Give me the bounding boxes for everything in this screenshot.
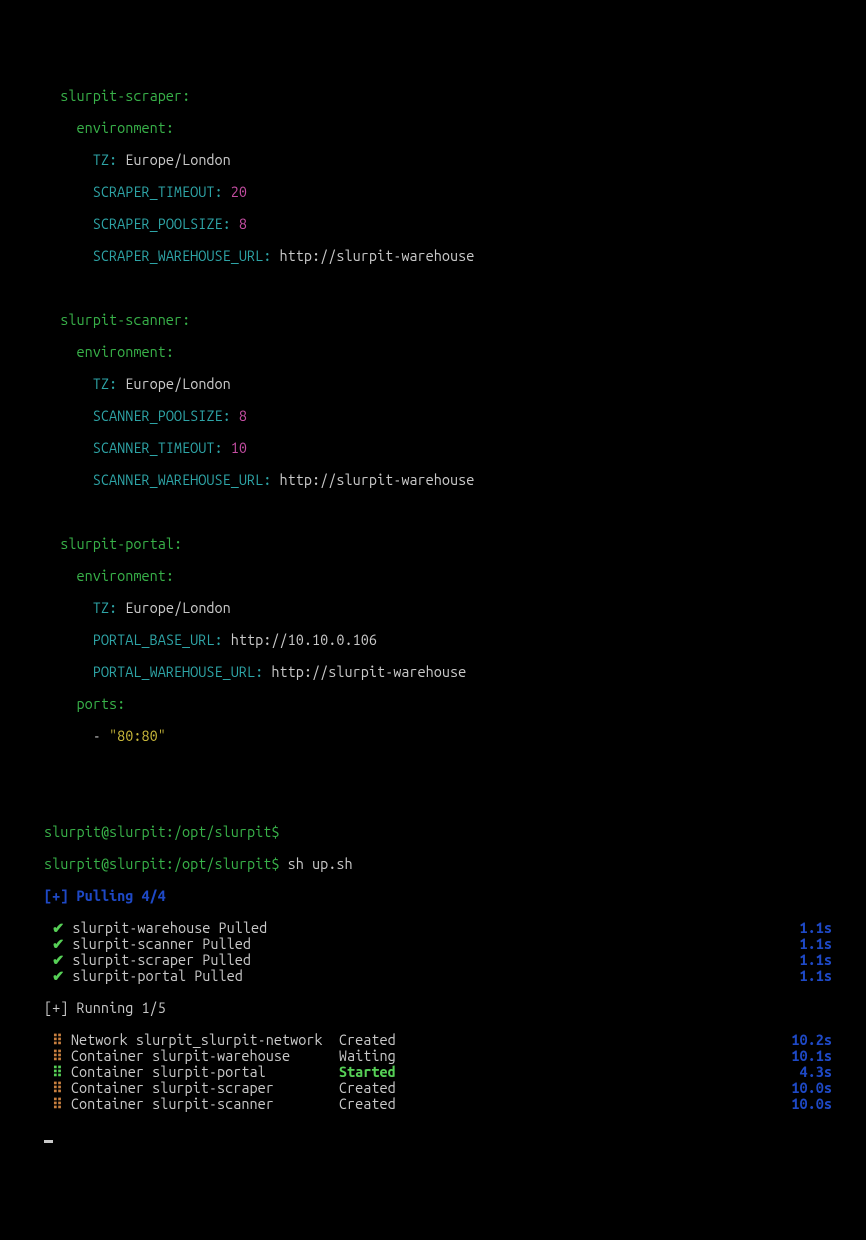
yaml-line: SCRAPER_TIMEOUT: 20 — [0, 184, 866, 200]
cursor-icon — [44, 1140, 53, 1143]
pull-line: ✔ slurpit-scanner Pulled1.1s — [0, 936, 866, 952]
yaml-line: TZ: Europe/London — [0, 600, 866, 616]
pull-line: ✔ slurpit-scraper Pulled1.1s — [0, 952, 866, 968]
yaml-line: slurpit-scanner: — [0, 312, 866, 328]
yaml-line: SCRAPER_POOLSIZE: 8 — [0, 216, 866, 232]
yaml-line: ports: — [0, 696, 866, 712]
blank-line — [0, 760, 866, 776]
yaml-line: PORTAL_WAREHOUSE_URL: http://slurpit-war… — [0, 664, 866, 680]
yaml-line: - "80:80" — [0, 728, 866, 744]
yaml-line: environment: — [0, 568, 866, 584]
compose-header: [+] Running 1/5 — [0, 1000, 866, 1016]
yaml-line: slurpit-portal: — [0, 536, 866, 552]
run-line: ⠿ Container slurpit-scanner Created10.0s — [0, 1096, 866, 1112]
yaml-line: PORTAL_BASE_URL: http://10.10.0.106 — [0, 632, 866, 648]
yaml-line: SCANNER_TIMEOUT: 10 — [0, 440, 866, 456]
yaml-line: SCANNER_POOLSIZE: 8 — [0, 408, 866, 424]
run-line: ⠿ Container slurpit-portal Started4.3s — [0, 1064, 866, 1080]
yaml-line: TZ: Europe/London — [0, 376, 866, 392]
yaml-line: environment: — [0, 344, 866, 360]
pull-line: ✔ slurpit-portal Pulled1.1s — [0, 968, 866, 984]
blank-line — [0, 280, 866, 296]
yaml-line: environment: — [0, 120, 866, 136]
run-line: ⠿ Container slurpit-warehouse Waiting10.… — [0, 1048, 866, 1064]
yaml-line: SCANNER_WAREHOUSE_URL: http://slurpit-wa… — [0, 472, 866, 488]
blank-line — [0, 792, 866, 808]
prompt-line: slurpit@slurpit:/opt/slurpit$ sh up.sh — [0, 856, 866, 872]
yaml-line: slurpit-scraper: — [0, 88, 866, 104]
cursor-line — [0, 1128, 866, 1144]
blank-line — [0, 504, 866, 520]
pull-line: ✔ slurpit-warehouse Pulled1.1s — [0, 920, 866, 936]
run-line: ⠿ Container slurpit-scraper Created10.0s — [0, 1080, 866, 1096]
prompt-line: slurpit@slurpit:/opt/slurpit$ — [0, 824, 866, 840]
yaml-line: TZ: Europe/London — [0, 152, 866, 168]
compose-header: [+] Pulling 4/4 — [0, 888, 866, 904]
yaml-line: SCRAPER_WAREHOUSE_URL: http://slurpit-wa… — [0, 248, 866, 264]
run-line: ⠿ Network slurpit_slurpit-network Create… — [0, 1032, 866, 1048]
terminal[interactable]: slurpit-scraper: environment: TZ: Europe… — [0, 72, 866, 1160]
